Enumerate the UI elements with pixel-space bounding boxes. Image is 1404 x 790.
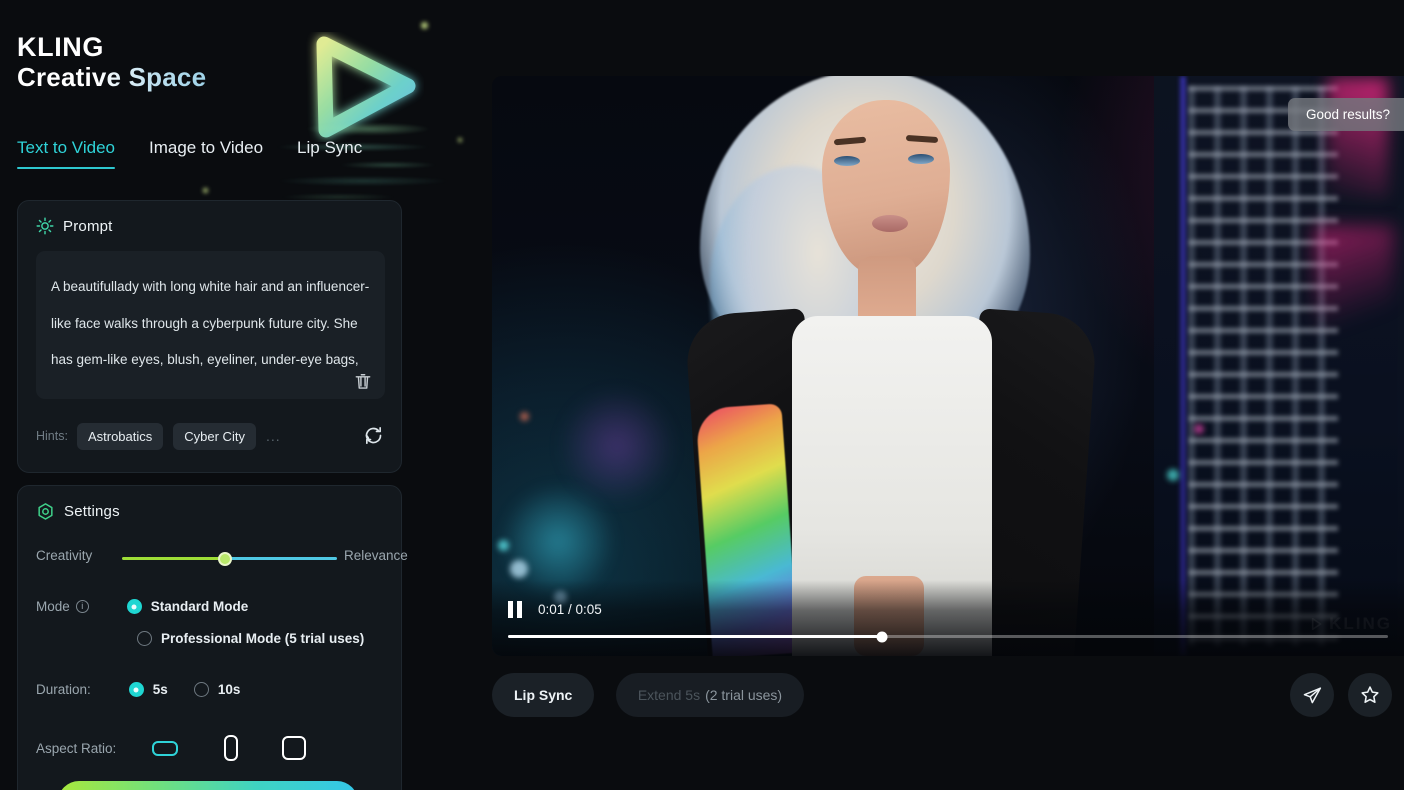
pause-icon[interactable] — [508, 601, 524, 618]
mode-tabs: Text to Video Image to Video Lip Sync — [17, 138, 396, 169]
settings-card-header: Settings — [18, 486, 401, 521]
video-neon-glow — [1314, 226, 1394, 356]
subject-lips — [872, 215, 908, 232]
brand-wordmark: KLING Creative Space — [17, 32, 207, 93]
play-triangle-logo-icon — [316, 36, 416, 138]
hints-overflow-ellipsis: ... — [265, 428, 281, 444]
star-icon — [1361, 686, 1379, 704]
radio-duration-10s-dot — [193, 682, 209, 697]
feedback-tooltip[interactable]: Good results? — [1287, 98, 1404, 131]
radio-professional-mode-dot — [137, 631, 152, 646]
kling-logo-artwork — [203, 10, 470, 215]
video-neon-glow — [562, 386, 672, 506]
info-icon[interactable]: i — [75, 600, 89, 613]
sun-icon — [36, 217, 54, 235]
extend-5s-label: Extend 5s — [637, 687, 701, 703]
aspect-ratio-9-16-button[interactable] — [224, 735, 239, 761]
tab-image-to-video[interactable]: Image to Video — [149, 138, 263, 169]
creativity-slider-row: Creativity Relevance — [36, 548, 408, 566]
hint-chip-astrobatics[interactable]: Astrobatics — [76, 422, 164, 450]
aspect-ratio-row: Aspect Ratio: — [36, 735, 388, 761]
favorite-button[interactable] — [1348, 673, 1392, 717]
send-paper-plane-icon — [1303, 686, 1321, 703]
brand-line-creative-space: Creative Space — [17, 62, 207, 93]
tab-text-to-video[interactable]: Text to Video — [17, 138, 115, 169]
radio-duration-10s-label: 10s — [217, 682, 241, 697]
subject-face — [822, 100, 950, 276]
share-button[interactable] — [1290, 673, 1334, 717]
radio-professional-mode-label: Professional Mode (5 trial uses) — [161, 631, 365, 646]
prompt-textarea-wrapper[interactable]: A beautifullady with long white hair and… — [36, 251, 385, 399]
prompt-card-title: Prompt — [63, 217, 113, 235]
video-bokeh-light — [520, 412, 529, 421]
video-player[interactable]: Good results? KLING 0:01 / 0:05 — [492, 76, 1404, 656]
prompt-card-header: Prompt — [18, 201, 401, 235]
relevance-label: Relevance — [344, 548, 408, 563]
duration-row: Duration: 5s 10s — [36, 682, 388, 697]
subject-eye — [834, 156, 860, 166]
radio-duration-5s[interactable]: 5s — [128, 682, 168, 697]
refresh-icon[interactable] — [363, 425, 384, 446]
video-stage: Good results? KLING 0:01 / 0:05 Lip S — [470, 0, 1404, 790]
video-subject-figure — [672, 76, 1242, 656]
mode-row: Mode i Standard Mode — [36, 599, 388, 614]
prompt-text[interactable]: A beautifullady with long white hair and… — [51, 269, 371, 379]
hints-label: Hints: — [36, 429, 68, 443]
aspect-ratio-label: Aspect Ratio: — [36, 740, 117, 756]
generate-button[interactable]: Generate ( 20 Credits ) — [58, 781, 358, 790]
left-sidebar: KLING Creative Space Text to Video Image… — [0, 0, 470, 790]
creativity-slider-handle[interactable] — [218, 551, 233, 566]
settings-card: Settings Creativity Relevance Mode i Sta… — [17, 485, 408, 790]
radio-duration-5s-label: 5s — [152, 682, 168, 697]
radio-duration-10s[interactable]: 10s — [193, 682, 241, 697]
video-action-bar: Lip Sync Extend 5s (2 trial uses) — [492, 673, 1404, 721]
creativity-label: Creativity — [36, 548, 93, 563]
prompt-card: Prompt A beautifullady with long white h… — [17, 200, 402, 473]
hint-chip-cyber-city[interactable]: Cyber City — [173, 422, 256, 450]
extend-5s-trial-count: (2 trial uses) — [705, 687, 783, 703]
radio-standard-mode-label: Standard Mode — [150, 599, 249, 614]
duration-label: Duration: — [36, 682, 91, 697]
video-controls-row: 0:01 / 0:05 — [508, 601, 602, 618]
hints-row: Hints: Astrobatics Cyber City ... — [36, 419, 385, 453]
extend-5s-button: Extend 5s (2 trial uses) — [615, 673, 805, 717]
video-controls: 0:01 / 0:05 — [492, 580, 1404, 656]
mode-label: Mode — [36, 599, 70, 614]
video-progress-bar[interactable] — [508, 631, 1388, 642]
trash-icon[interactable] — [353, 371, 373, 391]
hexagon-gear-icon — [38, 503, 53, 520]
video-time-display: 0:01 / 0:05 — [538, 602, 602, 617]
aspect-ratio-1-1-button[interactable] — [282, 736, 307, 760]
video-right-actions — [1290, 673, 1392, 717]
video-bokeh-light — [498, 540, 509, 551]
aspect-ratio-16-9-button[interactable] — [152, 740, 179, 756]
lip-sync-button[interactable]: Lip Sync — [492, 673, 595, 717]
video-progress-handle[interactable] — [876, 631, 888, 642]
logo-spark-icon — [421, 22, 428, 29]
creativity-slider[interactable] — [122, 551, 337, 566]
subject-eye — [908, 154, 934, 164]
tab-lip-sync[interactable]: Lip Sync — [297, 138, 362, 169]
radio-duration-5s-dot — [128, 682, 144, 697]
logo-spark-icon — [203, 188, 208, 193]
video-bokeh-light — [510, 560, 528, 578]
logo-spark-icon — [458, 138, 462, 142]
settings-card-title: Settings — [64, 503, 120, 520]
video-progress-fill — [508, 635, 882, 638]
radio-professional-mode[interactable]: Professional Mode (5 trial uses) — [137, 631, 364, 646]
video-neon-glow — [1328, 78, 1388, 198]
mode-row-professional: Professional Mode (5 trial uses) — [36, 631, 388, 646]
radio-standard-mode[interactable]: Standard Mode — [126, 599, 249, 614]
brand-line-kling: KLING — [17, 32, 104, 62]
kling-creative-space-app: KLING Creative Space Text to Video Image… — [0, 0, 1404, 790]
radio-standard-mode-dot — [126, 599, 142, 614]
